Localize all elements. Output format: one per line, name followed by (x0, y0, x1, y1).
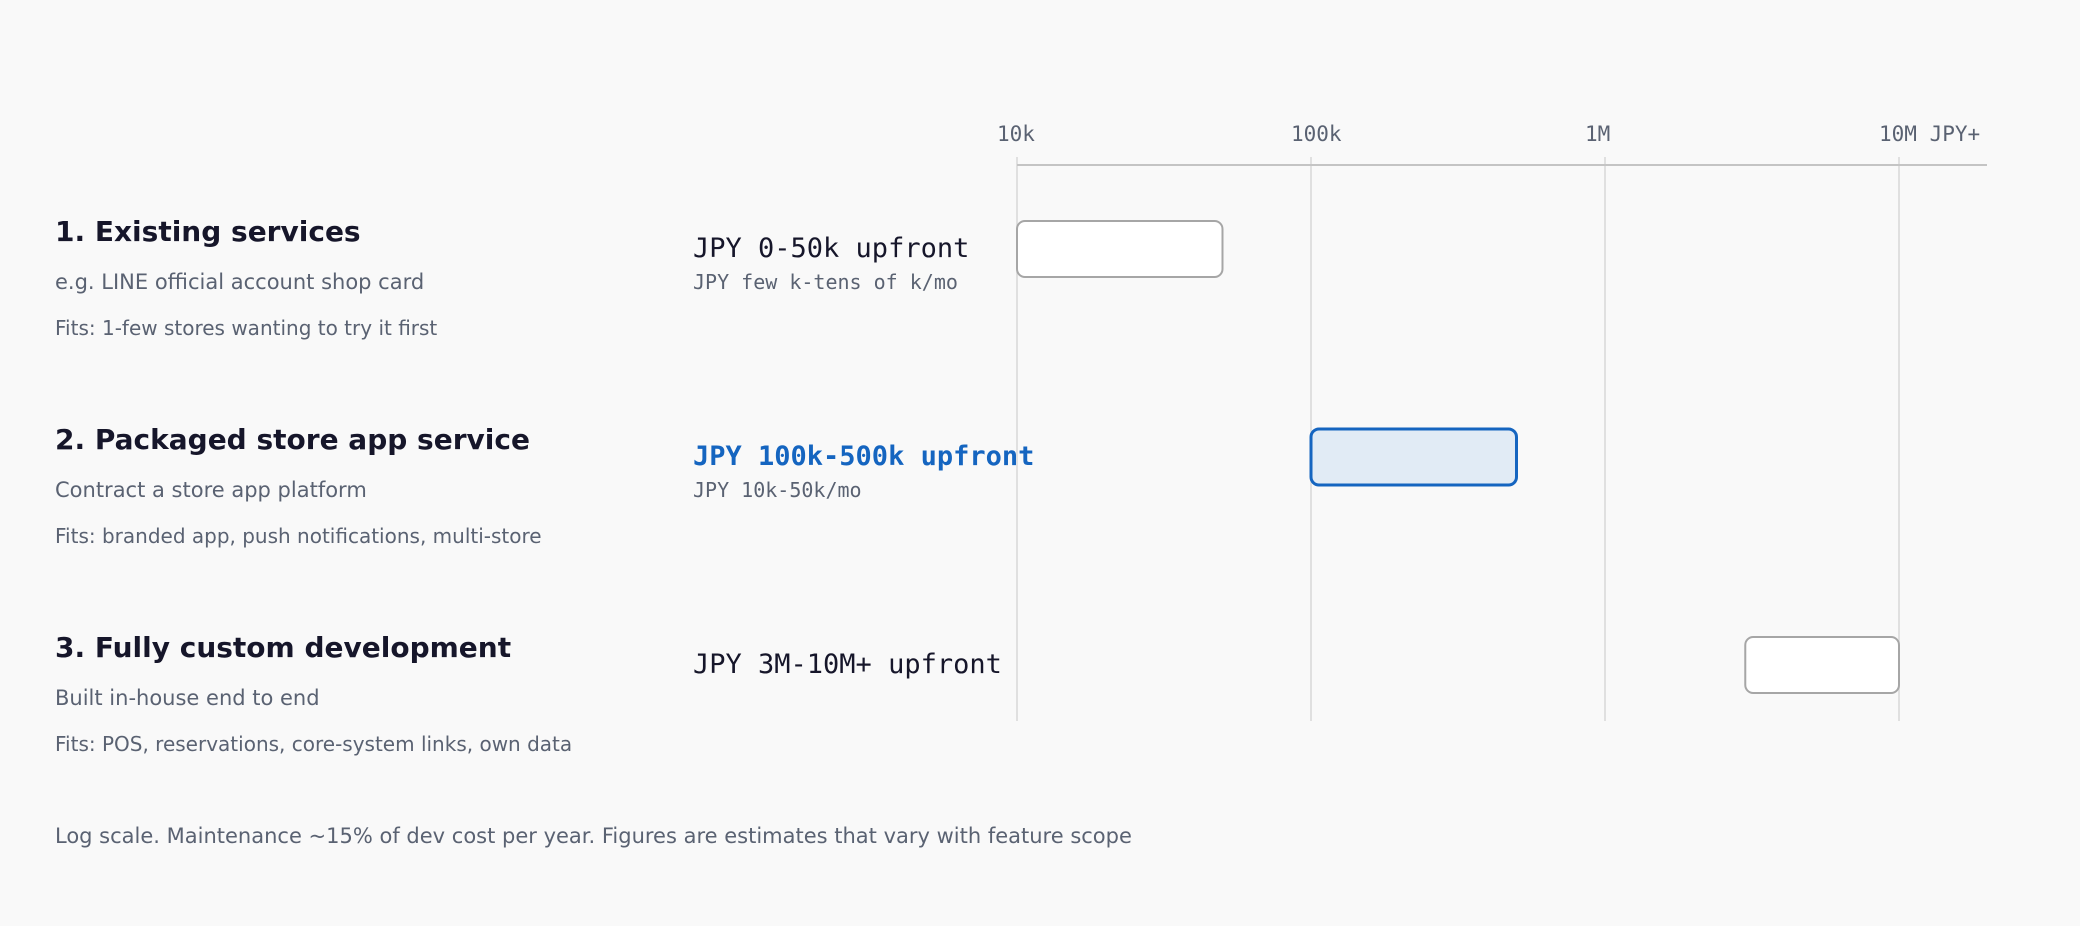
tick-label: 1M (1585, 122, 1610, 146)
footnote: Log scale. Maintenance ~15% of dev cost … (55, 824, 1132, 848)
row-fits: Fits: branded app, push notifications, m… (55, 524, 542, 548)
range-bar (1309, 427, 1518, 487)
monthly-label: JPY 10k-50k/mo (693, 478, 862, 502)
row-fits: Fits: POS, reservations, core-system lin… (55, 732, 573, 756)
tick-label: 100k (1291, 122, 1342, 146)
bar-layer (1016, 220, 1901, 694)
axis-layer: 10k 100k 1M 10M JPY+ (997, 122, 1987, 166)
row-subtitle: e.g. LINE official account shop card (55, 270, 425, 294)
row-title: 1. Existing services (55, 215, 361, 248)
monthly-label: JPY few k-tens of k/mo (693, 270, 958, 294)
row-subtitle: Contract a store app platform (55, 478, 367, 502)
price-label: JPY 3M-10M+ upfront (693, 649, 1002, 680)
price-label: JPY 0-50k upfront (693, 233, 970, 264)
tick-label: 10M JPY+ (1879, 122, 1980, 146)
row-title: 3. Fully custom development (55, 631, 512, 664)
range-bar (1744, 636, 1901, 694)
row-subtitle: Built in-house end to end (55, 686, 320, 710)
price-label: JPY 100k-500k upfront (693, 441, 1035, 472)
tick-label: 10k (997, 122, 1035, 146)
range-bar (1016, 220, 1224, 278)
row-title: 2. Packaged store app service (55, 423, 530, 456)
cost-range-chart: 10k 100k 1M 10M JPY+ (997, 122, 1987, 721)
row-fits: Fits: 1-few stores wanting to try it fir… (55, 316, 438, 340)
